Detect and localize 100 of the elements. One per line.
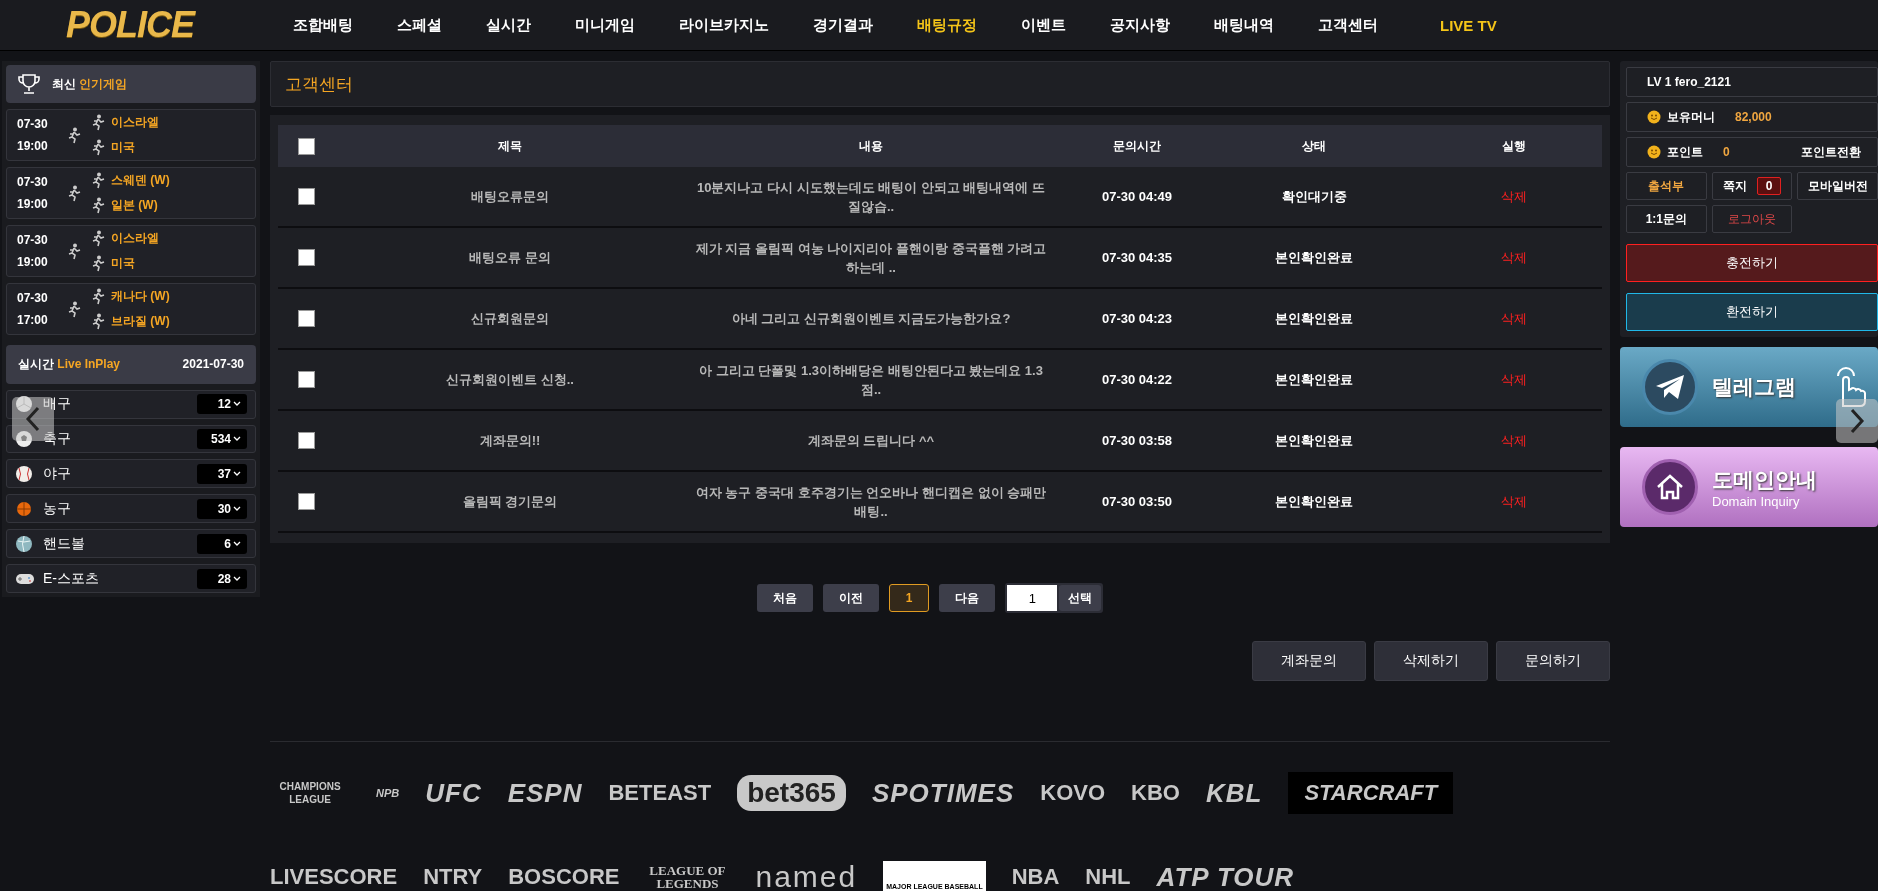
- sport-name: 야구: [43, 464, 72, 483]
- nav-link[interactable]: 조합배팅: [271, 15, 375, 35]
- point-label: 포인트: [1667, 143, 1703, 161]
- delete-link[interactable]: 삭제: [1500, 249, 1527, 265]
- sport-row[interactable]: E-스포츠 28: [6, 564, 256, 593]
- carousel-next-button[interactable]: [1836, 399, 1878, 443]
- message-count-badge: 0: [1756, 177, 1782, 195]
- team-name: 스웨덴 (W): [111, 172, 170, 190]
- match-card[interactable]: 07-30 19:00 스웨덴 (W) 일본 (W): [6, 167, 256, 220]
- partner-logo: ATP TOUR: [1156, 861, 1295, 891]
- partner-logo: LEAGUE OF LEGENDS: [648, 864, 727, 890]
- prev-page-button[interactable]: 이전: [822, 584, 879, 612]
- partner-logo: KBL: [1205, 777, 1263, 809]
- delete-link[interactable]: 삭제: [1500, 432, 1527, 448]
- runner-icon: [91, 313, 105, 331]
- page-input[interactable]: 1: [1007, 585, 1058, 611]
- logout-button[interactable]: 로그아웃: [1711, 205, 1793, 233]
- sport-row[interactable]: 야구 37: [6, 459, 256, 489]
- withdraw-button[interactable]: 환전하기: [1626, 293, 1878, 331]
- match-count-dropdown[interactable]: 12: [197, 394, 247, 415]
- column-header: 상태: [1203, 125, 1425, 167]
- table-cell: 본인확인완료: [1203, 227, 1425, 288]
- runner-icon: [91, 139, 105, 157]
- row-checkbox[interactable]: [298, 249, 315, 267]
- first-page-button[interactable]: 처음: [756, 584, 813, 612]
- partner-logo: UFC: [425, 777, 482, 809]
- nav-link[interactable]: 라이브카지노: [657, 15, 791, 35]
- sport-row[interactable]: 핸드볼 6: [6, 529, 256, 559]
- match-card[interactable]: 07-30 19:00 이스라엘 미국: [6, 109, 256, 162]
- inquiry-button[interactable]: 1:1문의: [1626, 205, 1707, 233]
- sport-row[interactable]: 축구 534: [6, 424, 256, 454]
- nav-link[interactable]: LIVE TV: [1418, 16, 1519, 34]
- nav-link[interactable]: 공지사항: [1088, 15, 1192, 35]
- row-checkbox[interactable]: [298, 188, 315, 206]
- nav-link[interactable]: 배팅규정: [895, 15, 999, 35]
- trophy-icon: [18, 73, 40, 96]
- chevron-left-icon: [25, 406, 41, 432]
- next-page-button[interactable]: 다음: [939, 584, 996, 612]
- match-count-dropdown[interactable]: 28: [197, 568, 247, 589]
- telegram-banner[interactable]: 텔레그램: [1620, 347, 1878, 427]
- chevron-down-icon: [233, 470, 241, 477]
- mobile-version-button[interactable]: 모바일버전: [1797, 172, 1878, 200]
- chevron-down-icon: [233, 401, 241, 408]
- nav-link[interactable]: 배팅내역: [1192, 15, 1296, 35]
- column-header: 제목: [349, 125, 671, 167]
- row-checkbox[interactable]: [298, 310, 315, 328]
- smiley-coin-icon: [1647, 110, 1661, 124]
- banner-title: 도메인안내: [1712, 466, 1817, 493]
- nav-link[interactable]: 고객센터: [1296, 15, 1400, 35]
- nav-link[interactable]: 스페셜: [375, 15, 464, 35]
- row-checkbox[interactable]: [298, 493, 315, 511]
- row-checkbox[interactable]: [298, 371, 315, 389]
- delete-link[interactable]: 삭제: [1500, 310, 1527, 326]
- column-header: 실행: [1425, 125, 1602, 167]
- go-button[interactable]: 선택: [1059, 585, 1102, 611]
- partner-logo: BOSCORE: [508, 864, 620, 890]
- chevron-right-icon: [1849, 408, 1865, 434]
- match-count-dropdown[interactable]: 6: [197, 533, 247, 554]
- table-cell: 계좌문의 드립니다 ^^: [671, 410, 1071, 471]
- nav-link[interactable]: 미니게임: [553, 15, 657, 35]
- site-logo[interactable]: POLICE: [66, 4, 271, 46]
- match-count-dropdown[interactable]: 534: [197, 429, 247, 449]
- match-card[interactable]: 07-30 19:00 이스라엘 미국: [6, 225, 256, 278]
- runner-icon: [91, 255, 105, 273]
- partner-logo: named: [755, 860, 858, 891]
- deposit-button[interactable]: 충전하기: [1626, 244, 1878, 282]
- delete-link[interactable]: 삭제: [1500, 188, 1527, 204]
- match-time: 17:00: [17, 313, 49, 328]
- nav-link[interactable]: 경기결과: [791, 15, 895, 35]
- smiley-coin-icon: [1647, 145, 1661, 159]
- table-cell: 배팅오류문의: [349, 167, 671, 227]
- table-cell: 계좌문의!!: [349, 410, 671, 471]
- row-checkbox[interactable]: [298, 432, 315, 450]
- sport-row[interactable]: 농구 30: [6, 494, 256, 524]
- runner-icon: [91, 114, 105, 132]
- delete-link[interactable]: 삭제: [1500, 493, 1527, 509]
- match-time: 19:00: [17, 139, 49, 154]
- page-number-button[interactable]: 1: [888, 584, 930, 612]
- team-name: 일본 (W): [111, 197, 158, 215]
- match-card[interactable]: 07-30 17:00 캐나다 (W) 브라질 (W): [6, 283, 256, 336]
- match-count-dropdown[interactable]: 30: [197, 498, 247, 519]
- point-convert-link[interactable]: 포인트전환: [1801, 143, 1861, 161]
- team-name: 미국: [111, 139, 135, 157]
- messages-button[interactable]: 쪽지 0: [1711, 172, 1793, 200]
- action-button[interactable]: 삭제하기: [1374, 641, 1488, 681]
- delete-link[interactable]: 삭제: [1500, 371, 1527, 387]
- runner-icon: [91, 288, 105, 306]
- select-all-checkbox[interactable]: [298, 137, 315, 155]
- nav-link[interactable]: 이벤트: [999, 15, 1088, 35]
- table-cell: 07-30 03:58: [1071, 410, 1203, 471]
- attendance-button[interactable]: 출석부: [1626, 172, 1707, 200]
- action-button[interactable]: 문의하기: [1496, 641, 1610, 681]
- table-cell: 신규회원이벤트 신청..: [349, 349, 671, 410]
- sport-row[interactable]: 배구 12: [6, 389, 256, 419]
- sport-name: 배구: [43, 395, 72, 414]
- match-count-dropdown[interactable]: 37: [197, 463, 247, 484]
- page-title: 고객센터: [270, 61, 1610, 107]
- action-button[interactable]: 계좌문의: [1252, 641, 1366, 681]
- nav-link[interactable]: 실시간: [464, 15, 553, 35]
- table-cell: 07-30 03:50: [1071, 471, 1203, 532]
